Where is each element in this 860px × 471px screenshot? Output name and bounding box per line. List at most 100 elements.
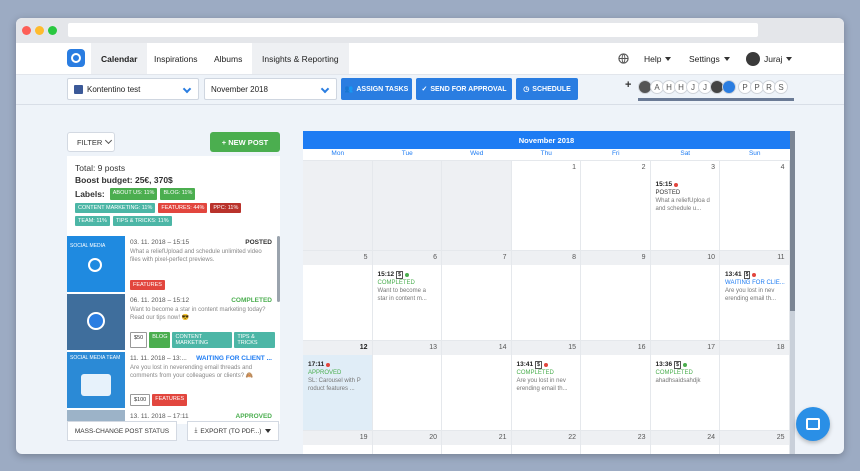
list-item[interactable]: SOCIAL MEDIA 03. 11. 2018 – 15:15 POSTED … [67, 236, 275, 292]
tab-albums[interactable]: Albums [204, 43, 252, 74]
calendar-day-cell[interactable]: 18 [720, 341, 790, 431]
chat-icon [806, 418, 820, 430]
tab-insights[interactable]: Insights & Reporting [252, 43, 349, 74]
calendar-day-cell[interactable]: 5 [303, 251, 373, 341]
clock-icon: ◷ [523, 86, 530, 93]
post-status: COMPLETED [655, 370, 693, 376]
calendar-day-cell[interactable]: 14 [442, 341, 512, 431]
page-select[interactable]: Kontentino test [67, 78, 199, 100]
status-dot-icon [326, 363, 331, 367]
calendar-day-cell[interactable]: 6 15:12 $ COMPLETED Want to become a star in… [372, 251, 442, 341]
label-tag[interactable]: BLOG: 11% [160, 188, 196, 200]
calendar-day-cell[interactable]: 2 [581, 161, 651, 251]
avatar-scrollbar[interactable] [638, 98, 794, 101]
month-select[interactable]: November 2018 [204, 78, 337, 100]
calendar-day-cell[interactable]: 19 [303, 431, 373, 454]
calendar-day-cell[interactable]: 21 [442, 431, 512, 454]
calendar-day-cell[interactable]: 20 [372, 431, 442, 454]
send-for-approval-button[interactable]: ✓ SEND FOR APPROVAL [416, 78, 512, 100]
chat-widget-button[interactable] [796, 407, 830, 441]
calendar-day-cell[interactable]: 23 [581, 431, 651, 454]
calendar-day-cell[interactable]: 1 [511, 161, 581, 251]
calendar-post-card[interactable]: 13:36 $ COMPLETED ahadhsaidsahdjk [656, 361, 716, 385]
schedule-button[interactable]: ◷ SCHEDULE [516, 78, 578, 100]
link-icon [87, 312, 105, 330]
filter-label: FILTER [77, 137, 103, 147]
calendar-day-cell[interactable]: 11 13:41 $ WAITING FOR CLIE... Are you lost … [720, 251, 790, 341]
calendar-post-card[interactable]: 13:41 $ COMPLETED Are you lost in nev erend… [517, 361, 577, 393]
calendar-post-card[interactable]: 15:15 POSTED What a reliefUploa d and sche… [656, 181, 716, 213]
calendar-day-cell[interactable]: 16 [581, 341, 651, 431]
calendar-day-cell[interactable]: 15 13:41 $ COMPLETED Are you lost in nev ere… [511, 341, 581, 431]
day-number: 4 [780, 164, 785, 171]
calendar-day-cell[interactable]: 9 [581, 251, 651, 341]
day-number: 6 [433, 254, 437, 261]
filter-button[interactable]: FILTER [67, 132, 115, 152]
label-tag[interactable]: TIPS & TRICKS: 11% [112, 216, 172, 226]
globe-icon[interactable] [618, 43, 629, 74]
calendar-scrollbar[interactable] [790, 131, 795, 454]
url-bar[interactable] [68, 23, 758, 37]
post-time: 17:11 [308, 361, 325, 368]
plus-icon[interactable]: + [625, 79, 631, 91]
post-text: What a reliefUpload and schedule unlimit… [130, 249, 262, 263]
label-tag[interactable]: CONTENT MARKETING: 11% [75, 203, 156, 213]
label-tag[interactable]: TEAM: 11% [75, 216, 110, 226]
calendar-day-cell[interactable]: 10 [650, 251, 720, 341]
assign-tasks-button[interactable]: 👥 ASSIGN TASKS [341, 78, 412, 100]
tab-inspirations[interactable]: Inspirations [144, 43, 207, 74]
post-status: COMPLETED [516, 370, 554, 376]
user-name: Juraj [764, 53, 783, 64]
avatar[interactable]: S [774, 80, 788, 94]
calendar-day-cell[interactable]: 3 15:15 POSTED What a reliefUploa d and sch… [650, 161, 720, 251]
list-item[interactable]: SOCIAL MEDIA TEAM 11. 11. 2018 – 13:... W… [67, 352, 275, 408]
weekday-label: Mon [331, 150, 345, 157]
new-post-button[interactable]: + NEW POST [210, 132, 280, 152]
day-number: 22 [568, 434, 576, 441]
scrollbar-thumb[interactable] [790, 131, 795, 311]
calendar-day-cell[interactable]: 8 [511, 251, 581, 341]
help-menu[interactable]: Help [644, 43, 672, 74]
calendar-day-cell[interactable] [372, 161, 442, 251]
day-header [581, 251, 650, 265]
day-number: 3 [711, 164, 715, 171]
calendar-day-cell[interactable]: 24 [650, 431, 720, 454]
day-number: 13 [429, 344, 437, 351]
minimize-dot[interactable] [35, 26, 44, 35]
list-item[interactable]: 06. 11. 2018 – 15:12 COMPLETED Want to be… [67, 294, 275, 350]
user-menu[interactable]: Juraj [746, 43, 793, 74]
calendar-post-card[interactable]: 15:12 $ COMPLETED Want to become a star in … [378, 271, 438, 303]
calendar-day-cell[interactable] [303, 161, 373, 251]
close-dot[interactable] [22, 26, 31, 35]
day-number: 5 [363, 254, 368, 261]
mass-change-button[interactable]: MASS-CHANGE POST STATUS [67, 421, 177, 441]
calendar-post-card[interactable]: 13:41 $ WAITING FOR CLIE... Are you lost in… [725, 271, 785, 303]
budget-icon: $ [743, 271, 751, 279]
label-tag[interactable]: ABOUT US: 11% [109, 188, 158, 200]
settings-menu[interactable]: Settings [689, 43, 730, 74]
calendar-day-cell[interactable]: 7 [442, 251, 512, 341]
calendar-day-cell[interactable]: 13 [372, 341, 442, 431]
calendar-day-cell[interactable]: 22 [511, 431, 581, 454]
label-tag[interactable]: FEATURES: 44% [158, 203, 208, 213]
post-status: POSTED [655, 190, 681, 196]
post-status: POSTED [245, 239, 272, 246]
calendar-day-cell[interactable]: 4 [720, 161, 790, 251]
day-number: 17 [707, 344, 715, 351]
calendar-day-cell[interactable]: 17 13:36 $ COMPLETED ahadhsaidsahdjk [650, 341, 720, 431]
app-logo-icon[interactable] [67, 49, 85, 67]
day-number: 7 [502, 254, 507, 261]
calendar-post-card[interactable]: 17:11 APPROVED SL: Carousel with P roduct … [308, 361, 368, 393]
budget-icon: $ [674, 361, 681, 369]
calendar-day-cell[interactable] [442, 161, 512, 251]
export-button[interactable]: ⤓ EXPORT (TO PDF...) [187, 421, 279, 441]
calendar-day-cell[interactable]: 25 [720, 431, 790, 454]
thumb-label: SOCIAL MEDIA TEAM [70, 355, 121, 361]
post-status: COMPLETED [377, 280, 415, 286]
avatar[interactable] [722, 80, 736, 94]
tab-calendar[interactable]: Calendar [91, 43, 148, 74]
post-list-scrollbar[interactable] [277, 236, 280, 302]
label-tag[interactable]: PPC: 11% [210, 203, 242, 213]
maximize-dot[interactable] [48, 26, 57, 35]
calendar-day-cell[interactable]: 12 17:11 APPROVED SL: Carousel with P roduc… [303, 341, 373, 431]
